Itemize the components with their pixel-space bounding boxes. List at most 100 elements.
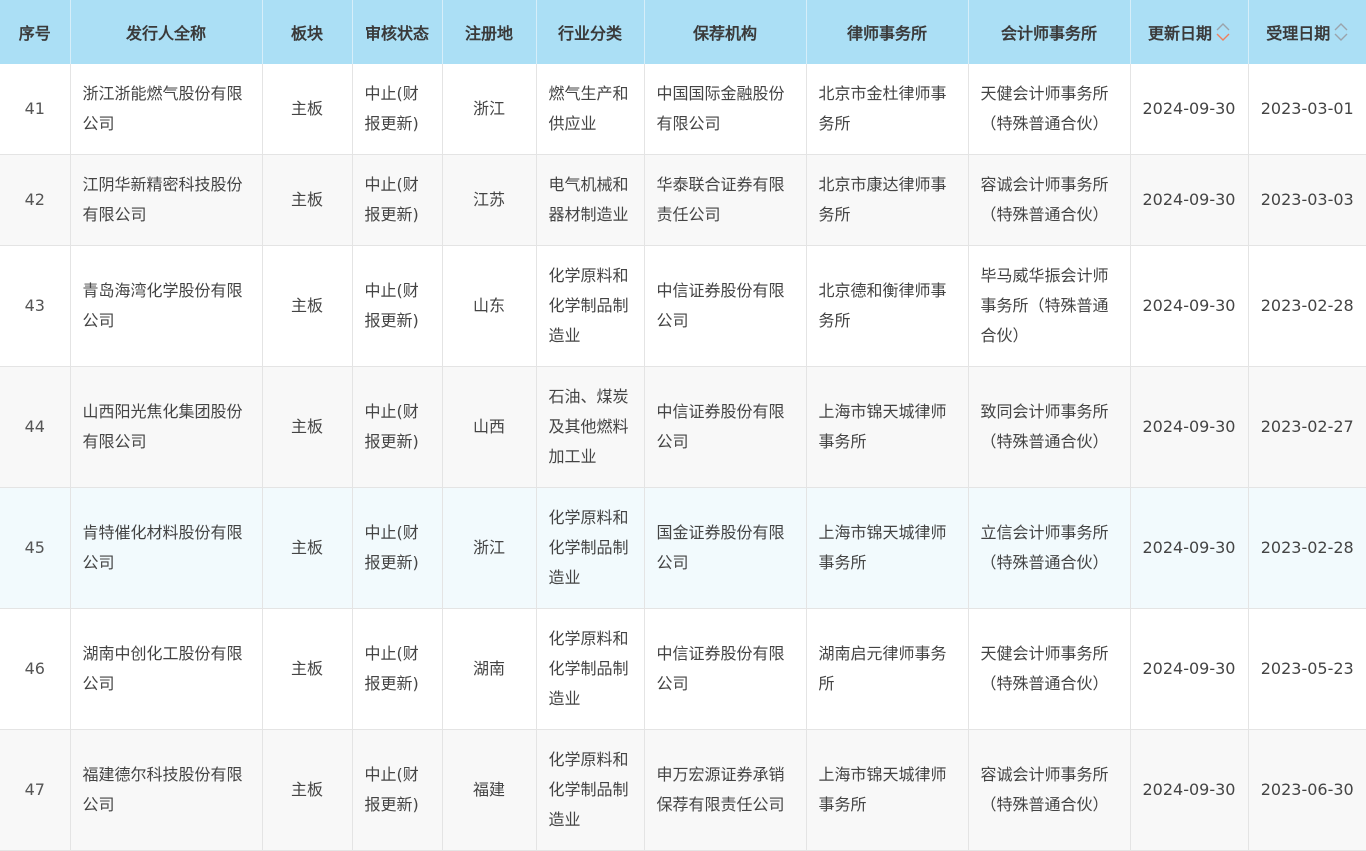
cell-industry: 燃气生产和供应业 [536, 64, 645, 155]
cell-accept-date: 2023-02-28 [1248, 487, 1366, 609]
cell-region: 福建 [442, 729, 537, 851]
sort-update-date[interactable] [1216, 23, 1230, 41]
cell-status: 中止(财报更新) [352, 154, 443, 246]
cell-industry: 化学原料和化学制品制造业 [536, 608, 645, 730]
cell-status: 中止(财报更新) [352, 366, 443, 488]
table-row[interactable]: 41 浙江浙能燃气股份有限公司 主板 中止(财报更新) 浙江 燃气生产和供应业 … [0, 64, 1366, 155]
cell-update-date: 2024-09-30 [1130, 366, 1249, 488]
cell-accounting-firm: 容诚会计师事务所（特殊普通合伙） [968, 729, 1131, 851]
cell-accounting-firm: 容诚会计师事务所（特殊普通合伙） [968, 154, 1131, 246]
cell-accept-date: 2023-02-28 [1248, 245, 1366, 367]
header-status: 审核状态 [352, 0, 443, 64]
cell-sponsor: 申万宏源证券承销保荐有限责任公司 [644, 729, 807, 851]
cell-accept-date: 2023-03-03 [1248, 154, 1366, 246]
cell-board: 主板 [262, 154, 353, 246]
cell-accounting-firm: 天健会计师事务所（特殊普通合伙） [968, 608, 1131, 730]
cell-law-firm: 北京市康达律师事务所 [806, 154, 969, 246]
sort-descending-icon[interactable] [1334, 33, 1348, 41]
header-industry: 行业分类 [536, 0, 645, 64]
cell-index: 46 [0, 608, 71, 730]
header-issuer: 发行人全称 [70, 0, 263, 64]
sort-descending-icon[interactable] [1216, 33, 1230, 41]
cell-status: 中止(财报更新) [352, 245, 443, 367]
header-board: 板块 [262, 0, 353, 64]
cell-issuer: 肯特催化材料股份有限公司 [70, 487, 263, 609]
cell-board: 主板 [262, 487, 353, 609]
cell-accounting-firm: 立信会计师事务所（特殊普通合伙） [968, 487, 1131, 609]
cell-issuer: 浙江浙能燃气股份有限公司 [70, 64, 263, 155]
ipo-review-table: 序号 发行人全称 板块 审核状态 注册地 行业分类 保荐机构 律师事务所 会计师… [0, 0, 1366, 851]
cell-law-firm: 北京市金杜律师事务所 [806, 64, 969, 155]
cell-region: 浙江 [442, 64, 537, 155]
cell-update-date: 2024-09-30 [1130, 608, 1249, 730]
cell-accounting-firm: 致同会计师事务所（特殊普通合伙） [968, 366, 1131, 488]
table-row[interactable]: 43 青岛海湾化学股份有限公司 主板 中止(财报更新) 山东 化学原料和化学制品… [0, 245, 1366, 367]
cell-board: 主板 [262, 729, 353, 851]
cell-sponsor: 华泰联合证券有限责任公司 [644, 154, 807, 246]
cell-industry: 化学原料和化学制品制造业 [536, 487, 645, 609]
table-row[interactable]: 42 江阴华新精密科技股份有限公司 主板 中止(财报更新) 江苏 电气机械和器材… [0, 154, 1366, 246]
cell-industry: 化学原料和化学制品制造业 [536, 729, 645, 851]
cell-law-firm: 上海市锦天城律师事务所 [806, 366, 969, 488]
header-region: 注册地 [442, 0, 537, 64]
cell-sponsor: 中信证券股份有限公司 [644, 245, 807, 367]
cell-update-date: 2024-09-30 [1130, 64, 1249, 155]
cell-accept-date: 2023-06-30 [1248, 729, 1366, 851]
cell-status: 中止(财报更新) [352, 729, 443, 851]
cell-issuer: 福建德尔科技股份有限公司 [70, 729, 263, 851]
cell-issuer: 山西阳光焦化集团股份有限公司 [70, 366, 263, 488]
cell-update-date: 2024-09-30 [1130, 729, 1249, 851]
cell-status: 中止(财报更新) [352, 608, 443, 730]
header-update-date-label: 更新日期 [1147, 24, 1212, 43]
table-row[interactable]: 46 湖南中创化工股份有限公司 主板 中止(财报更新) 湖南 化学原料和化学制品… [0, 608, 1366, 730]
cell-board: 主板 [262, 245, 353, 367]
cell-accounting-firm: 天健会计师事务所（特殊普通合伙） [968, 64, 1131, 155]
cell-index: 41 [0, 64, 71, 155]
cell-accept-date: 2023-05-23 [1248, 608, 1366, 730]
table-row[interactable]: 47 福建德尔科技股份有限公司 主板 中止(财报更新) 福建 化学原料和化学制品… [0, 729, 1366, 851]
cell-update-date: 2024-09-30 [1130, 487, 1249, 609]
header-accept-date-label: 受理日期 [1266, 24, 1331, 43]
cell-industry: 电气机械和器材制造业 [536, 154, 645, 246]
cell-index: 47 [0, 729, 71, 851]
cell-board: 主板 [262, 608, 353, 730]
cell-sponsor: 中国国际金融股份有限公司 [644, 64, 807, 155]
cell-update-date: 2024-09-30 [1130, 154, 1249, 246]
cell-industry: 化学原料和化学制品制造业 [536, 245, 645, 367]
cell-law-firm: 上海市锦天城律师事务所 [806, 487, 969, 609]
cell-sponsor: 中信证券股份有限公司 [644, 608, 807, 730]
header-update-date[interactable]: 更新日期 [1130, 0, 1249, 64]
cell-industry: 石油、煤炭及其他燃料加工业 [536, 366, 645, 488]
sort-ascending-icon[interactable] [1216, 23, 1230, 31]
cell-update-date: 2024-09-30 [1130, 245, 1249, 367]
table-row[interactable]: 44 山西阳光焦化集团股份有限公司 主板 中止(财报更新) 山西 石油、煤炭及其… [0, 366, 1366, 488]
header-index: 序号 [0, 0, 71, 64]
cell-board: 主板 [262, 366, 353, 488]
cell-sponsor: 国金证券股份有限公司 [644, 487, 807, 609]
cell-law-firm: 湖南启元律师事务所 [806, 608, 969, 730]
cell-accept-date: 2023-03-01 [1248, 64, 1366, 155]
table-row[interactable]: 45 肯特催化材料股份有限公司 主板 中止(财报更新) 浙江 化学原料和化学制品… [0, 487, 1366, 609]
cell-region: 山西 [442, 366, 537, 488]
cell-board: 主板 [262, 64, 353, 155]
sort-accept-date[interactable] [1334, 23, 1348, 41]
cell-issuer: 青岛海湾化学股份有限公司 [70, 245, 263, 367]
cell-accept-date: 2023-02-27 [1248, 366, 1366, 488]
cell-index: 42 [0, 154, 71, 246]
header-law-firm: 律师事务所 [806, 0, 969, 64]
table-header-row: 序号 发行人全称 板块 审核状态 注册地 行业分类 保荐机构 律师事务所 会计师… [0, 0, 1366, 64]
header-accept-date[interactable]: 受理日期 [1248, 0, 1366, 64]
header-accounting-firm: 会计师事务所 [968, 0, 1131, 64]
cell-index: 45 [0, 487, 71, 609]
cell-region: 浙江 [442, 487, 537, 609]
cell-index: 43 [0, 245, 71, 367]
cell-law-firm: 上海市锦天城律师事务所 [806, 729, 969, 851]
cell-law-firm: 北京德和衡律师事务所 [806, 245, 969, 367]
sort-ascending-icon[interactable] [1334, 23, 1348, 31]
cell-issuer: 江阴华新精密科技股份有限公司 [70, 154, 263, 246]
cell-region: 山东 [442, 245, 537, 367]
cell-region: 湖南 [442, 608, 537, 730]
header-sponsor: 保荐机构 [644, 0, 807, 64]
cell-region: 江苏 [442, 154, 537, 246]
cell-status: 中止(财报更新) [352, 64, 443, 155]
